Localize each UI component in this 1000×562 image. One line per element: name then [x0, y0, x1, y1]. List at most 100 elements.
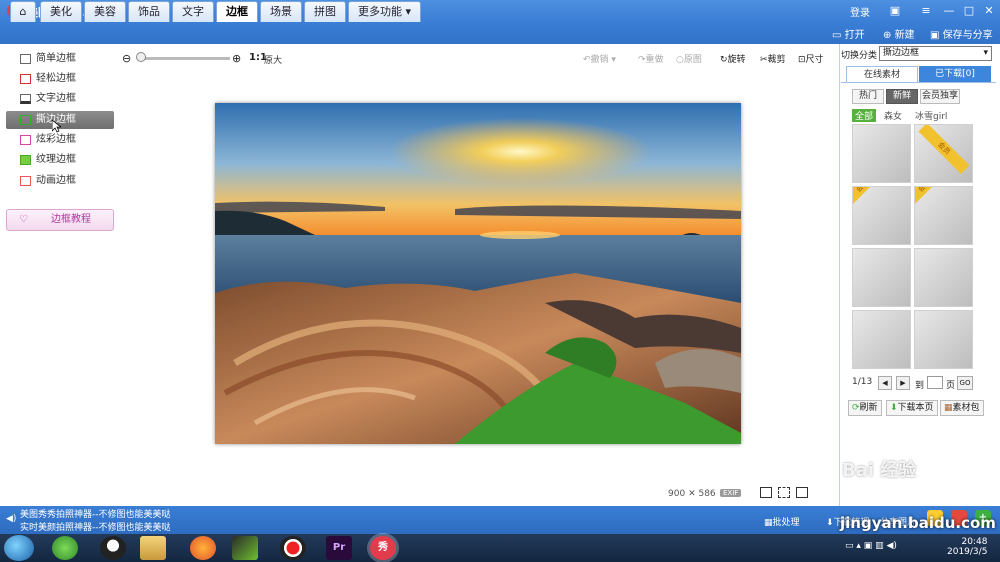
tab-accessories[interactable]: 饰品: [128, 1, 170, 22]
fullscreen-view-icon[interactable]: [796, 487, 808, 498]
next-page-button[interactable]: ▶: [896, 376, 910, 390]
batch-process-button[interactable]: ▦批处理: [764, 515, 800, 528]
tab-more[interactable]: 更多功能 ▾: [348, 1, 422, 22]
material-thumbnail[interactable]: [852, 248, 911, 307]
vip-badge: 会员: [853, 187, 888, 212]
system-clock[interactable]: 20:48 2019/3/5: [947, 537, 987, 557]
texture-border-icon: [20, 155, 31, 165]
download-page-button[interactable]: ⬇下载本页: [886, 400, 938, 416]
border-tutorial-button[interactable]: ♡ 边框教程: [6, 209, 114, 231]
batch-icon: ▦: [764, 518, 773, 528]
resize-button[interactable]: ⊡尺寸: [798, 52, 824, 65]
zoom-out-icon[interactable]: ⊖: [122, 52, 131, 65]
folder-icon: ▭: [832, 30, 845, 41]
category-label: 切换分类: [841, 51, 878, 61]
filter-new[interactable]: 新鲜: [886, 89, 918, 104]
rotate-button[interactable]: ↻旋转: [720, 52, 746, 65]
meitu-taskbar-icon[interactable]: 秀: [370, 536, 396, 560]
sidebar-item-colorful[interactable]: 炫彩边框: [6, 131, 114, 149]
media-player-icon[interactable]: [232, 536, 258, 560]
category-select[interactable]: 撕边边框 ▾: [879, 46, 992, 61]
open-button[interactable]: ▭ 打开: [832, 26, 865, 41]
tab-makeup[interactable]: 美容: [84, 1, 126, 22]
start-button-icon[interactable]: [4, 535, 34, 561]
material-thumbnail[interactable]: 会员: [852, 186, 911, 245]
sidebar-item-texture[interactable]: 纹理边框: [6, 151, 114, 169]
original-size-button[interactable]: 原大: [264, 53, 282, 66]
material-thumbnail[interactable]: 会员: [914, 124, 973, 183]
photo-canvas[interactable]: [215, 103, 741, 444]
sidebar-item-easy[interactable]: 轻松边框: [6, 70, 114, 88]
filter-hot[interactable]: 热门: [852, 89, 884, 104]
material-thumbnail[interactable]: [914, 310, 973, 369]
tray-icons[interactable]: ▭ ▴ ▣ ▥ ◀): [845, 541, 897, 551]
qq-icon[interactable]: [100, 536, 126, 560]
watermark-url: jingyan.baidu.com: [840, 514, 996, 532]
status-news-line2[interactable]: 实时美颜拍照神器--不修图也能美美哒: [20, 520, 171, 533]
premiere-icon[interactable]: Pr: [326, 536, 352, 560]
material-thumbnail[interactable]: 会员: [914, 186, 973, 245]
tab-text[interactable]: 文字: [172, 1, 214, 22]
skin-icon[interactable]: ▣: [887, 3, 903, 18]
zoom-slider-handle[interactable]: [135, 52, 146, 62]
menu-icon[interactable]: ≡: [918, 3, 934, 18]
firefox-icon[interactable]: [190, 536, 216, 560]
page-number-input[interactable]: [927, 376, 943, 389]
undo-button[interactable]: ↶撤销 ▾: [583, 52, 616, 65]
sidebar-item-animated[interactable]: 动画边框: [6, 172, 114, 190]
tab-collage[interactable]: 拼图: [304, 1, 346, 22]
material-thumbnail[interactable]: [914, 248, 973, 307]
subfilter-all[interactable]: 全部: [852, 109, 877, 122]
tab-border[interactable]: 边框: [216, 1, 258, 22]
exif-button[interactable]: EXIF: [720, 489, 742, 497]
speaker-icon[interactable]: ◀): [6, 514, 16, 524]
page-label: 页: [946, 381, 956, 391]
filter-vip[interactable]: 会员独享: [920, 89, 960, 104]
resize-icon: ⊡: [798, 55, 806, 65]
minimize-button[interactable]: —: [941, 3, 957, 18]
login-link[interactable]: 登录: [850, 4, 870, 19]
heart-hands-icon: ♡: [19, 214, 28, 225]
material-thumbnail[interactable]: [852, 310, 911, 369]
tab-scene[interactable]: 场景: [260, 1, 302, 22]
tab-downloaded[interactable]: 已下载[0]: [919, 66, 991, 82]
sidebar-item-text[interactable]: 文字边框: [6, 90, 114, 108]
save-icon: ▣: [930, 30, 943, 41]
plus-icon: ⊕: [883, 30, 895, 41]
tab-online-materials[interactable]: 在线素材: [846, 66, 918, 82]
tab-home[interactable]: ⌂: [10, 1, 36, 22]
browser-360-icon[interactable]: [52, 536, 78, 560]
torn-border-icon: [20, 115, 31, 125]
colorful-border-icon: [20, 135, 31, 145]
save-share-button[interactable]: ▣ 保存与分享: [930, 26, 993, 41]
status-news-line1[interactable]: 美图秀秀拍照神器--不修图也能美美哒: [20, 507, 171, 520]
tab-beautify[interactable]: 美化: [40, 1, 82, 22]
download-icon: ⬇: [826, 518, 834, 528]
subfilter-snow-girl[interactable]: 冰雪girl: [915, 109, 947, 122]
easy-border-icon: [20, 74, 31, 84]
go-button[interactable]: GO: [957, 376, 973, 390]
crop-button[interactable]: ✂裁剪: [760, 52, 786, 65]
refresh-icon: ⟳: [852, 403, 860, 413]
zoom-in-icon[interactable]: ⊕: [232, 52, 241, 65]
split-view-icon[interactable]: [778, 487, 790, 498]
compare-view-icon[interactable]: [760, 487, 772, 498]
undo-icon: ↶: [583, 55, 591, 65]
screen-recorder-icon[interactable]: [280, 536, 306, 560]
maximize-button[interactable]: □: [961, 3, 977, 18]
close-button[interactable]: ✕: [981, 3, 997, 18]
material-thumbnail[interactable]: [852, 124, 911, 183]
download-icon: ⬇: [890, 403, 898, 413]
sidebar-item-simple[interactable]: 简单边框: [6, 50, 114, 68]
reset-button[interactable]: ○原图: [676, 52, 702, 65]
zoom-slider[interactable]: [139, 57, 230, 60]
prev-page-button[interactable]: ◀: [878, 376, 892, 390]
refresh-button[interactable]: ⟳刷新: [848, 400, 882, 416]
file-explorer-icon[interactable]: [140, 536, 166, 560]
goto-label: 到: [915, 381, 925, 391]
redo-button[interactable]: ↷重做: [638, 52, 664, 65]
material-pack-button[interactable]: ▦素材包: [940, 400, 984, 416]
subfilter-forest[interactable]: 森女: [884, 109, 902, 122]
new-button[interactable]: ⊕ 新建: [883, 26, 915, 41]
chevron-down-icon: ▾: [983, 48, 988, 58]
